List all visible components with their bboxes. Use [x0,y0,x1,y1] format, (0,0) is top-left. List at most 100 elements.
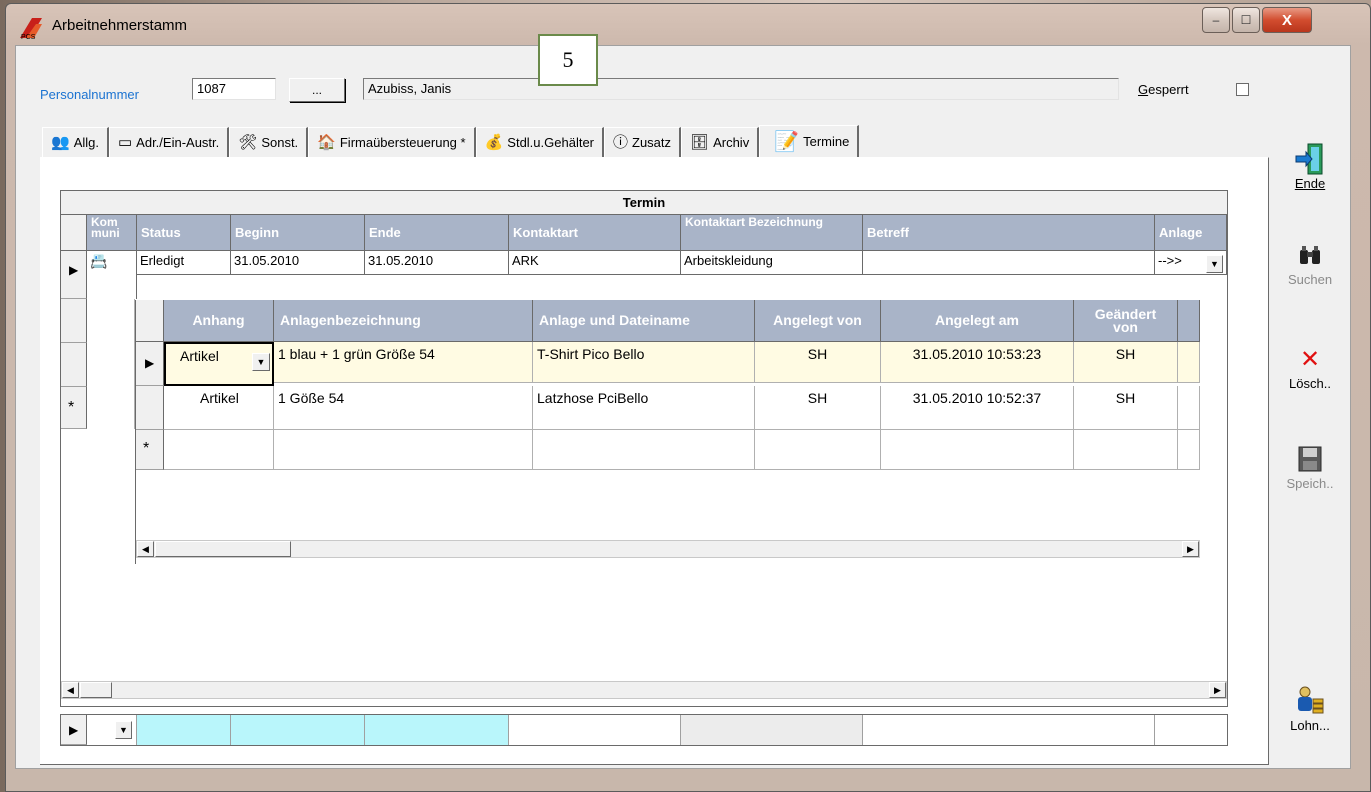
angelegt-am-cell[interactable] [881,430,1074,470]
col-anlage-dateiname[interactable]: Anlage und Dateiname [533,300,755,342]
filter-kommuni[interactable]: ▼ [87,715,137,745]
angelegt-von-cell[interactable] [755,430,881,470]
row-selector[interactable] [61,299,87,343]
filter-status[interactable] [137,715,231,745]
loeschen-button[interactable]: ✕ Lösch.. [1280,342,1340,392]
col-status[interactable]: Status [137,215,231,251]
gesperrt-checkbox[interactable] [1236,83,1249,96]
filter-beginn[interactable] [231,715,365,745]
filter-kontaktart[interactable] [509,715,681,745]
inner-new-row-selector[interactable]: * [136,430,164,470]
datei-cell[interactable]: T-Shirt Pico Bello [533,342,755,383]
datei-cell[interactable]: Latzhose PciBello [533,386,755,430]
outer-horizontal-scrollbar[interactable]: ◀ ▶ [61,681,1227,699]
geaendert-von-cell[interactable] [1074,430,1178,470]
row-selector[interactable]: ▶ [61,251,87,299]
angelegt-am-cell[interactable]: 31.05.2010 10:53:23 [881,342,1074,383]
row-selector[interactable] [61,343,87,387]
tab-archiv[interactable]: 🗄 Archiv [681,127,760,157]
status-cell[interactable]: Erledigt [137,251,231,275]
inner-horizontal-scrollbar[interactable]: ◀ ▶ [136,540,1200,558]
kommuni-spacer [87,299,135,429]
col-ende[interactable]: Ende [365,215,509,251]
geaendert-von-cell[interactable]: SH [1074,386,1178,430]
col-geaendert-von[interactable]: Geändert von [1074,300,1178,342]
col-kontaktart[interactable]: Kontaktart [509,215,681,251]
bezeichnung-cell[interactable]: Arbeitskleidung [681,251,863,275]
tab-zusatz[interactable]: ⓘ Zusatz [604,127,682,157]
minimize-icon: ‒ [1212,13,1220,27]
card-icon: ▭ [117,134,133,151]
angelegt-von-cell[interactable]: SH [755,386,881,430]
filter-dropdown[interactable]: ▼ [115,721,132,739]
scroll-right-button[interactable]: ▶ [1182,541,1199,557]
col-betreff[interactable]: Betreff [863,215,1155,251]
inner-row-selector[interactable] [136,386,164,430]
tab-firmaubersteuerung[interactable]: 🏠 Firmaübersteuerung * [308,127,476,157]
suchen-button[interactable]: Suchen [1280,238,1340,287]
tab-sonst[interactable]: 🛠 Sonst. [229,127,309,157]
bezeichnung-cell[interactable] [274,430,533,470]
bezeichnung-cell[interactable]: 1 blau + 1 grün Größe 54 [274,342,533,383]
anhang-cell[interactable] [164,430,274,470]
kommuni-cell[interactable]: 📇 [87,251,137,299]
filter-anlage[interactable] [1155,715,1227,745]
scroll-left-button[interactable]: ◀ [62,682,79,698]
maximize-icon: ☐ [1240,13,1252,27]
tab-stdl-gehaelter[interactable]: 💰 Stdl.u.Gehälter [475,127,604,157]
gesperrt-label-text: esperrt [1148,82,1189,97]
minimize-button[interactable]: ‒ [1202,7,1230,33]
col-angelegt-von[interactable]: Angelegt von [755,300,881,342]
tab-adr-ein-austr[interactable]: ▭ Adr./Ein-Austr. [108,127,230,157]
speichern-button[interactable]: Speich.. [1280,442,1340,491]
col-anlagenbezeichnung[interactable]: Anlagenbezeichnung [274,300,533,342]
geaendert-von-cell[interactable]: SH [1074,342,1178,383]
tab-termine[interactable]: 📝 Termine [759,125,860,157]
house-icon: 🏠 [317,134,336,151]
bezeichnung-cell[interactable]: 1 Göße 54 [274,386,533,430]
col-anlage[interactable]: Anlage [1155,215,1227,251]
chevron-down-icon: ▼ [256,357,266,367]
speichern-label: Speich.. [1286,476,1334,491]
lookup-button[interactable]: ... [289,78,345,102]
overflow-cell [1178,386,1200,430]
anhang-cell[interactable]: Artikel [164,386,274,430]
scroll-thumb[interactable] [80,682,112,698]
col-kontaktart-bezeichnung[interactable]: Kontaktart Bezeichnung [681,215,863,251]
beginn-cell[interactable]: 31.05.2010 [231,251,365,275]
scroll-thumb[interactable] [155,541,291,557]
suchen-label: Suchen [1287,272,1333,287]
angelegt-von-cell[interactable]: SH [755,342,881,383]
anlagen-grid: Anhang Anlagenbezeichnung Anlage und Dat… [135,300,1200,564]
col-anhang[interactable]: Anhang [164,300,274,342]
tab-label: Stdl.u.Gehälter [507,135,594,150]
tab-bar: 👥 Allg. ▭ Adr./Ein-Austr. 🛠 Sonst. 🏠 Fir… [42,125,860,157]
personalnummer-input[interactable]: 1087 [192,78,276,100]
angelegt-am-cell[interactable]: 31.05.2010 10:52:37 [881,386,1074,430]
ende-button[interactable]: Ende [1280,142,1340,191]
tab-allg[interactable]: 👥 Allg. [42,127,109,157]
anhang-dropdown[interactable]: ▼ [252,353,270,371]
col-beginn[interactable]: Beginn [231,215,365,251]
kontaktart-cell[interactable]: ARK [509,251,681,275]
scroll-right-button[interactable]: ▶ [1209,682,1226,698]
col-angelegt-am[interactable]: Angelegt am [881,300,1074,342]
datei-cell[interactable] [533,430,755,470]
archive-icon: 🗄 [690,134,710,151]
scroll-left-button[interactable]: ◀ [137,541,154,557]
filter-betreff[interactable] [863,715,1155,745]
close-button[interactable]: X [1262,7,1312,33]
lohn-button[interactable]: Lohn... [1280,684,1340,733]
maximize-button[interactable]: ☐ [1232,7,1260,33]
arrow-right-icon: ▶ [1187,543,1194,554]
ende-cell[interactable]: 31.05.2010 [365,251,509,275]
app-logo-icon: PCS [20,18,42,40]
betreff-cell[interactable] [863,251,1155,275]
loeschen-label: Lösch.. [1289,376,1331,391]
new-row-selector[interactable]: * [61,387,87,429]
inner-row-selector[interactable]: ▶ [136,342,164,386]
col-kommuni[interactable]: Kom muni [87,215,137,251]
anlage-dropdown[interactable]: ▼ [1206,255,1223,273]
filter-bezeichnung[interactable] [681,715,863,745]
filter-ende[interactable] [365,715,509,745]
